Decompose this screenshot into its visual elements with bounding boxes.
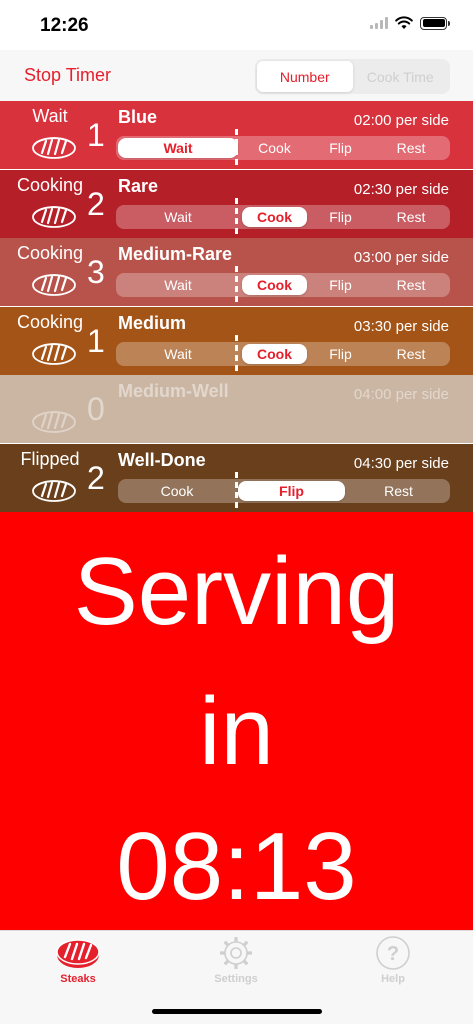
- phase-flip[interactable]: Flip: [309, 342, 372, 366]
- steak-row[interactable]: Wait 1 Blue 02:00 per side Wait Cook Flip Rest: [0, 101, 473, 169]
- row-cook-time: 04:30 per side: [353, 454, 449, 472]
- row-status: Cooking: [16, 243, 84, 263]
- phase-wait[interactable]: Wait: [116, 342, 240, 366]
- status-time: 12:26: [40, 15, 89, 36]
- tab-settings[interactable]: Settings: [186, 935, 286, 985]
- stop-timer-button[interactable]: Stop Timer: [24, 65, 111, 86]
- phase-rest[interactable]: Rest: [347, 479, 450, 503]
- steak-row[interactable]: Flipped 2 Well-Done 04:30 per side Cook Flip R…: [0, 443, 473, 512]
- row-doneness-name: Well-Done: [118, 449, 206, 470]
- svg-text:?: ?: [387, 943, 399, 965]
- row-cook-time: 03:30 per side: [353, 317, 449, 335]
- tab-help[interactable]: ? Help: [343, 935, 443, 985]
- phase-segmented-control: Wait Cook Flip Rest: [116, 204, 450, 229]
- steak-icon: [56, 939, 100, 968]
- gear-icon: [220, 937, 252, 969]
- progress-marker: [235, 471, 239, 508]
- row-status: Wait: [32, 106, 68, 126]
- tab-steaks-label: Steaks: [60, 973, 96, 985]
- phase-cook[interactable]: Cook: [118, 479, 236, 503]
- progress-marker: [235, 197, 239, 234]
- phase-flip[interactable]: Flip: [309, 136, 372, 160]
- tab-help-label: Help: [381, 973, 405, 985]
- row-count[interactable]: 1: [87, 117, 105, 154]
- serving-countdown: Serving in 08:13: [0, 512, 473, 930]
- row-count[interactable]: 0: [87, 391, 105, 428]
- row-count[interactable]: 1: [87, 323, 105, 360]
- serving-label: Serving: [73, 538, 400, 645]
- phase-segmented-control: Wait Cook Flip Rest: [116, 273, 450, 297]
- phase-flip[interactable]: Flip: [309, 205, 372, 229]
- phase-segmented-control: Wait Cook Flip Rest: [116, 136, 450, 160]
- steak-row[interactable]: Cooking 2 Rare 02:30 per side Wait Cook Flip Re…: [0, 169, 473, 238]
- phase-cook[interactable]: Cook: [242, 343, 307, 364]
- phase-rest[interactable]: Rest: [372, 342, 450, 366]
- tab-steaks[interactable]: Steaks: [28, 935, 128, 985]
- row-doneness-name: Rare: [118, 175, 159, 196]
- row-doneness-name: Medium-Rare: [118, 244, 233, 264]
- wifi-icon: [395, 16, 413, 29]
- row-status: Cooking: [16, 311, 84, 332]
- steak-icon: [32, 274, 76, 296]
- cellular-signal-icon: [370, 17, 388, 29]
- home-indicator: [152, 1009, 322, 1014]
- battery-icon: [420, 16, 450, 30]
- row-cook-time: 03:00 per side: [353, 249, 449, 266]
- progress-marker: [235, 129, 239, 165]
- mode-number[interactable]: Number: [257, 61, 353, 92]
- phase-flip[interactable]: Flip: [238, 480, 345, 501]
- tab-settings-label: Settings: [214, 973, 258, 985]
- phase-segmented-control: Wait Cook Flip Rest: [116, 341, 450, 366]
- serving-in-label: in: [199, 678, 274, 785]
- steak-icon: [32, 137, 76, 159]
- status-bar: 12:26: [0, 0, 473, 50]
- row-status: Cooking: [16, 174, 84, 195]
- phase-cook[interactable]: Cook: [242, 275, 307, 295]
- row-doneness-name: Blue: [118, 107, 158, 127]
- progress-marker: [235, 334, 239, 371]
- steak-icon: [32, 342, 76, 365]
- phase-rest[interactable]: Rest: [372, 273, 450, 297]
- countdown-time: 08:13: [116, 813, 357, 920]
- phase-flip[interactable]: Flip: [309, 273, 372, 297]
- phase-rest[interactable]: Rest: [372, 136, 450, 160]
- phase-wait[interactable]: Wait: [116, 273, 240, 297]
- row-cook-time: 02:30 per side: [353, 180, 449, 198]
- mode-cook-time[interactable]: Cook Time: [353, 61, 449, 92]
- phase-wait[interactable]: Wait: [118, 138, 238, 158]
- progress-marker: [235, 266, 239, 302]
- phase-rest[interactable]: Rest: [372, 205, 450, 229]
- steak-icon: [32, 205, 76, 228]
- phase-cook[interactable]: Cook: [242, 206, 307, 227]
- toolbar: Stop Timer Number Cook Time: [0, 50, 473, 101]
- row-count[interactable]: 2: [87, 460, 105, 497]
- steak-row[interactable]: Cooking 1 Medium 03:30 per side Wait Cook Flip…: [0, 306, 473, 375]
- row-count[interactable]: 2: [87, 186, 105, 223]
- row-doneness-name: Medium-Well: [118, 381, 229, 401]
- display-mode-segmented-control: Number Cook Time: [255, 59, 450, 94]
- row-cook-time: 02:00 per side: [353, 112, 449, 129]
- steak-row[interactable]: 0 Medium-Well 04:00 per side: [0, 375, 473, 443]
- row-cook-time: 04:00 per side: [353, 386, 449, 403]
- help-icon: ?: [376, 936, 410, 970]
- steak-icon: [32, 479, 76, 502]
- phase-cook[interactable]: Cook: [240, 136, 309, 160]
- row-doneness-name: Medium: [118, 312, 187, 333]
- phase-segmented-control: Cook Flip Rest: [118, 478, 450, 503]
- steak-icon: [32, 411, 76, 433]
- status-icons: [370, 16, 450, 30]
- row-count[interactable]: 3: [87, 254, 105, 291]
- row-status: Flipped: [20, 448, 80, 469]
- steak-row[interactable]: Cooking 3 Medium-Rare 03:00 per side Wait Coo…: [0, 238, 473, 306]
- phase-wait[interactable]: Wait: [116, 205, 240, 229]
